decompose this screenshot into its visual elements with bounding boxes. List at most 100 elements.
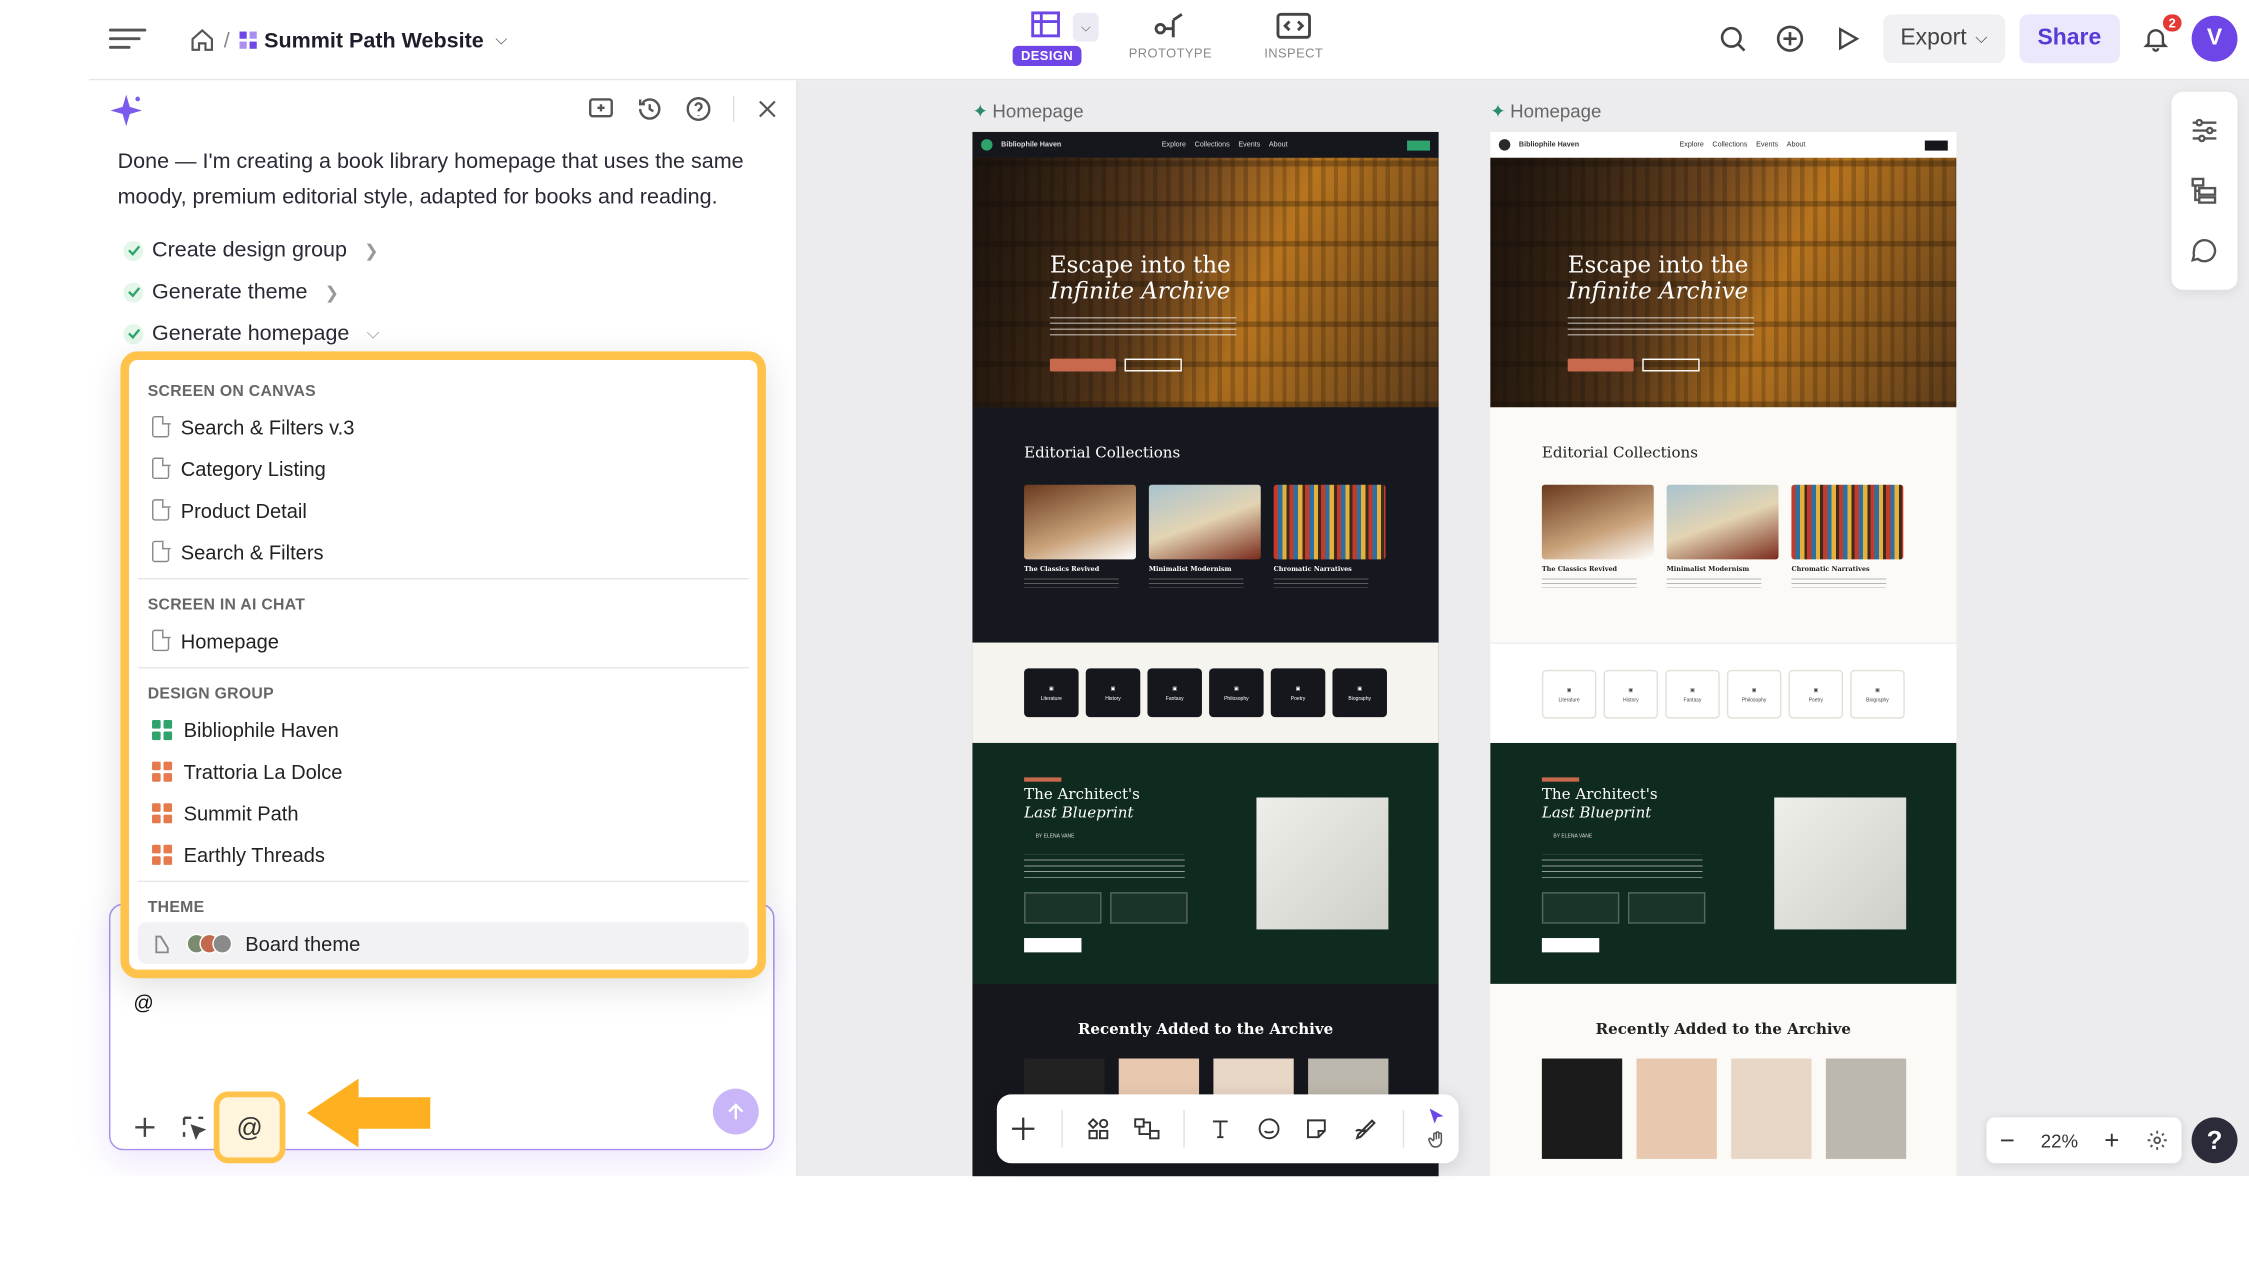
step-item[interactable]: Create design group ❯ bbox=[123, 229, 379, 271]
hero-title: Escape into the Infinite Archive bbox=[1567, 251, 1749, 305]
breadcrumb: / Summit Path Website ⌵ bbox=[189, 23, 507, 57]
category-tile: ▣ Biography bbox=[1332, 668, 1387, 718]
frame-label[interactable]: ✦ Homepage bbox=[972, 100, 1083, 123]
search-icon[interactable] bbox=[1711, 17, 1754, 60]
new-chat-icon[interactable] bbox=[587, 95, 616, 124]
mention-item[interactable]: Bibliophile Haven bbox=[138, 709, 749, 751]
sticky-note-icon[interactable] bbox=[1304, 1113, 1329, 1145]
page-icon bbox=[152, 540, 170, 563]
collection-card-image bbox=[1273, 484, 1386, 560]
layers-icon[interactable] bbox=[2189, 175, 2221, 207]
sliders-icon[interactable] bbox=[2189, 115, 2221, 147]
category-tile: ▣ Fantasy bbox=[1147, 668, 1202, 718]
category-tile: ▣ Philosophy bbox=[1209, 668, 1264, 718]
tab-prototype[interactable]: PROTOTYPE bbox=[1119, 6, 1222, 72]
flow-icon[interactable] bbox=[1133, 1113, 1161, 1145]
step-item[interactable]: Generate theme ❯ bbox=[123, 271, 379, 313]
frame-homepage-light[interactable]: Bibliophile Haven Explore Collections Ev… bbox=[1490, 131, 1957, 1177]
share-button[interactable]: Share bbox=[2018, 14, 2120, 64]
design-group-icon bbox=[152, 760, 173, 781]
mention-item[interactable]: Category Listing bbox=[138, 448, 749, 490]
mention-item[interactable]: Summit Path bbox=[138, 792, 749, 834]
comment-icon[interactable] bbox=[2189, 235, 2221, 267]
select-element-icon[interactable] bbox=[179, 1113, 208, 1142]
component-icon: ✦ bbox=[1490, 100, 1506, 122]
mention-item[interactable]: Product Detail bbox=[138, 489, 749, 531]
frame-nav: Bibliophile Haven Explore Collections Ev… bbox=[1490, 131, 1957, 158]
ai-page-icon bbox=[152, 628, 170, 652]
plus-icon[interactable] bbox=[131, 1113, 160, 1142]
mention-item[interactable]: Search & Filters v.3 bbox=[138, 406, 749, 448]
frame-nav: Bibliophile Haven Explore Collections Ev… bbox=[972, 131, 1439, 158]
cursor-icon[interactable] bbox=[1427, 1107, 1447, 1127]
home-icon[interactable] bbox=[189, 27, 215, 53]
plus-icon[interactable] bbox=[1008, 1110, 1038, 1147]
add-icon[interactable] bbox=[1768, 17, 1811, 60]
pointer-tools bbox=[1427, 1107, 1447, 1150]
close-icon[interactable] bbox=[754, 96, 780, 122]
mention-button[interactable]: @ bbox=[213, 1091, 286, 1164]
avatar[interactable]: V bbox=[2191, 15, 2238, 62]
featured-title: The Architect's Last Blueprint bbox=[1541, 785, 1658, 822]
mention-item[interactable]: Trattoria La Dolce bbox=[138, 750, 749, 792]
check-icon bbox=[123, 240, 144, 261]
frame-label[interactable]: ✦ Homepage bbox=[1490, 100, 1601, 123]
arrow-left-annotation bbox=[306, 1078, 431, 1148]
play-icon[interactable] bbox=[1826, 17, 1869, 60]
prototype-icon bbox=[1154, 13, 1183, 38]
book-image bbox=[1256, 797, 1389, 930]
components-icon[interactable] bbox=[1085, 1113, 1110, 1145]
sign-in-button bbox=[1924, 139, 1948, 150]
help-button[interactable]: ? bbox=[2191, 1117, 2238, 1164]
section-title: SCREEN IN AI CHAT bbox=[147, 596, 306, 614]
theme-swatches bbox=[186, 933, 233, 954]
gear-icon[interactable] bbox=[2146, 1129, 2169, 1152]
send-button[interactable] bbox=[712, 1088, 759, 1135]
mode-dropdown[interactable]: ⌵ bbox=[1072, 12, 1099, 42]
mention-item[interactable]: Earthly Threads bbox=[138, 833, 749, 875]
hand-icon[interactable] bbox=[1427, 1130, 1447, 1150]
zoom-in-button[interactable]: + bbox=[2104, 1125, 2119, 1155]
menu-icon[interactable] bbox=[109, 23, 147, 57]
text-icon[interactable] bbox=[1208, 1113, 1233, 1145]
hero: Escape into the Infinite Archive bbox=[1490, 157, 1957, 408]
step-item[interactable]: Generate homepage ⌵ bbox=[123, 313, 380, 355]
at-icon: @ bbox=[236, 1112, 263, 1141]
project-name[interactable]: Summit Path Website bbox=[264, 28, 484, 52]
mention-item[interactable]: Board theme bbox=[137, 922, 749, 964]
zoom-level[interactable]: 22% bbox=[2041, 1130, 2078, 1152]
pen-icon[interactable] bbox=[1353, 1113, 1381, 1145]
question-icon: ? bbox=[2206, 1125, 2223, 1154]
notification-button[interactable]: 2 bbox=[2134, 14, 2182, 60]
categories-section: ▣ Literature ▣ History ▣ Fantasy ▣ Philosoph… bbox=[1490, 642, 1957, 743]
collection-card-image bbox=[1666, 484, 1779, 560]
check-icon bbox=[123, 323, 144, 344]
logo-icon bbox=[981, 139, 993, 151]
frame-homepage-dark[interactable]: Bibliophile Haven Explore Collections Ev… bbox=[972, 131, 1439, 1177]
section-title: THEME bbox=[147, 899, 205, 917]
featured-title: The Architect's Last Blueprint bbox=[1024, 785, 1140, 822]
emoji-icon[interactable] bbox=[1256, 1113, 1281, 1145]
project-icon bbox=[239, 31, 257, 49]
design-group-icon bbox=[152, 844, 173, 865]
design-group-icon bbox=[152, 802, 173, 823]
category-tile: ▣ Poetry bbox=[1788, 669, 1844, 719]
export-button[interactable]: Export ⌵ bbox=[1883, 14, 2005, 64]
chat-input[interactable]: @ bbox=[133, 991, 153, 1014]
history-icon[interactable] bbox=[635, 95, 664, 124]
assistant-message: Done — I'm creating a book library homep… bbox=[117, 149, 744, 210]
chevron-down-icon[interactable]: ⌵ bbox=[495, 31, 507, 50]
design-icon bbox=[1031, 11, 1060, 38]
theme-icon bbox=[155, 934, 169, 953]
tab-inspect[interactable]: INSPECT bbox=[1242, 6, 1345, 72]
divider bbox=[137, 578, 749, 580]
zoom-out-button[interactable]: − bbox=[2000, 1125, 2015, 1155]
arrow-up-icon bbox=[728, 1103, 744, 1120]
mention-item[interactable]: Search & Filters bbox=[138, 531, 749, 573]
chat-tools: @ bbox=[131, 1091, 286, 1164]
help-icon[interactable] bbox=[684, 95, 713, 124]
divider bbox=[1061, 1110, 1063, 1148]
book-image bbox=[1774, 797, 1907, 930]
featured-book-section: The Architect's Last Blueprint BY ELENA V… bbox=[972, 742, 1439, 984]
mention-item[interactable]: Homepage bbox=[138, 620, 749, 662]
